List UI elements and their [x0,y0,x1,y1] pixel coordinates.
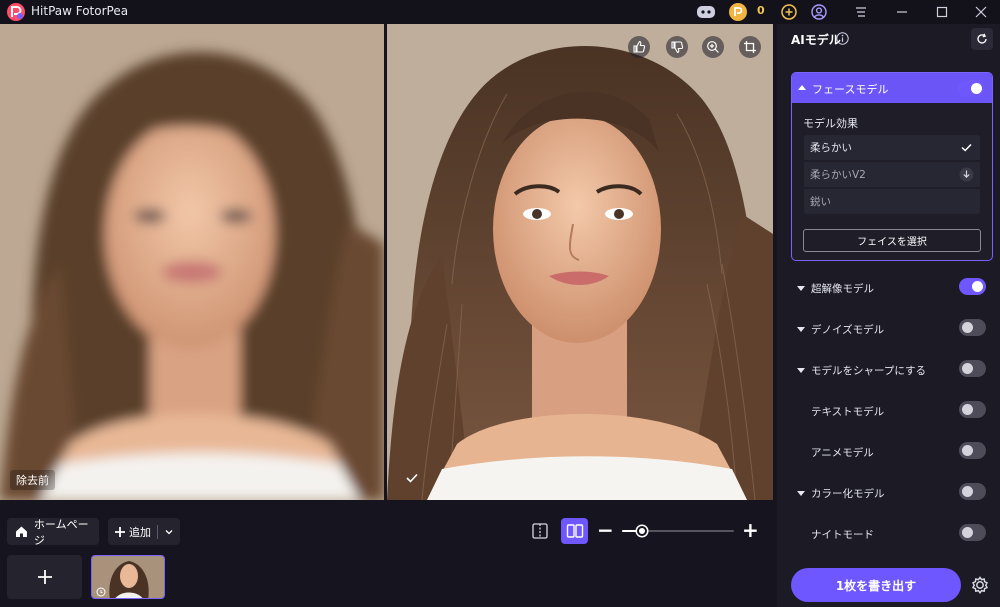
split-view-icon [566,524,583,538]
effect-option-soft-v2[interactable]: 柔らかいV2 [804,162,980,187]
model-row[interactable]: アニメモデル [791,440,993,464]
model-row[interactable]: テキストモデル [791,399,993,423]
title-bar: HitPaw FotorPea 0 [0,0,1000,24]
model-toggle[interactable] [959,319,986,336]
menu-icon[interactable] [850,0,872,24]
model-toggle[interactable] [959,442,986,459]
processed-check-icon [406,473,418,483]
home-label: ホームページ [33,517,89,547]
model-row-label: テキストモデル [811,406,885,418]
expand-caret-icon[interactable] [797,286,805,291]
refresh-icon [977,33,987,44]
image-thumbnail[interactable] [91,555,165,599]
model-effect-label: モデル効果 [803,117,858,130]
effect-option-label: 鋭い [810,196,831,208]
model-row-label: ナイトモード [811,529,874,541]
effect-option-soft[interactable]: 柔らかい [804,135,980,160]
effect-option-sharp[interactable]: 鋭い [804,189,980,214]
minimize-icon[interactable] [891,0,913,24]
app-title: HitPaw FotorPea [31,4,129,18]
model-toggle[interactable] [959,483,986,500]
zoom-in-button[interactable] [702,36,724,58]
model-row-label: 超解像モデル [811,283,874,295]
thumbnail-photo [92,556,164,598]
expand-caret-icon[interactable] [797,327,805,332]
model-row-label: デノイズモデル [811,324,885,336]
crop-icon [744,41,756,53]
model-toggle[interactable] [959,360,986,377]
download-icon[interactable] [959,167,974,182]
export-button[interactable]: 1枚を書き出す [791,568,961,602]
info-icon[interactable] [836,32,849,45]
coin-icon[interactable] [726,0,750,24]
thumbs-down-button[interactable] [666,36,688,58]
close-icon[interactable] [970,0,992,24]
add-button[interactable]: 追加 [108,518,180,545]
model-toggle[interactable] [959,278,986,295]
plus-icon [37,570,52,584]
maximize-icon[interactable] [931,0,953,24]
expand-caret-icon[interactable] [797,491,805,496]
home-icon [15,526,27,537]
effect-option-label: 柔らかいV2 [810,169,866,181]
thumbs-up-button[interactable] [628,36,650,58]
before-photo [0,24,384,500]
face-model-label: フェースモデル [812,83,889,96]
home-button[interactable]: ホームページ [7,517,99,547]
add-coin-icon[interactable] [778,0,800,24]
account-icon[interactable] [808,0,830,24]
model-row[interactable]: カラー化モデル [791,481,993,505]
chevron-down-icon[interactable] [164,527,174,537]
zoom-slider[interactable] [622,526,734,536]
plus-icon [115,526,125,537]
face-model-header[interactable]: フェースモデル [792,73,992,103]
effect-option-label: 柔らかい [810,142,852,154]
select-face-button[interactable]: フェイスを選択 [803,229,981,252]
split-view-button[interactable] [561,518,588,544]
single-view-icon[interactable] [531,522,549,540]
app-logo-icon [7,3,25,21]
expand-caret-icon[interactable] [797,368,805,373]
collapse-caret-icon [798,85,806,90]
thumbs-up-icon [633,40,646,53]
discord-icon[interactable] [694,0,718,24]
model-row[interactable]: デノイズモデル [791,317,993,341]
add-separator [157,524,158,539]
check-icon [961,143,972,152]
settings-gear-icon[interactable] [969,574,991,596]
panel-title: AIモデル [791,33,841,47]
model-toggle[interactable] [959,401,986,418]
add-image-tile[interactable] [7,555,82,599]
model-row-label: カラー化モデル [811,488,885,500]
model-toggle[interactable] [959,524,986,541]
model-row-label: アニメモデル [811,447,874,459]
face-model-section: フェースモデル モデル効果 柔らかい 柔らかいV2 鋭い フェイスを選択 [791,72,993,261]
model-row[interactable]: モデルをシャープにする [791,358,993,382]
before-image-panel[interactable]: 除去前 [0,24,384,500]
after-photo [387,24,773,500]
model-row-label: モデルをシャープにする [811,365,926,377]
face-model-toggle[interactable] [958,80,985,97]
add-label: 追加 [129,525,151,539]
model-row[interactable]: ナイトモード [791,522,993,546]
coin-count: 0 [757,4,765,17]
zoom-in-icon [707,41,719,53]
zoom-in-plus-button[interactable]: + [742,520,759,541]
thumbs-down-icon [671,41,684,54]
after-image-panel[interactable] [387,24,773,500]
zoom-out-button[interactable]: − [597,520,614,541]
model-row[interactable]: 超解像モデル [791,276,993,300]
reset-button[interactable] [971,28,993,50]
crop-button[interactable] [739,36,761,58]
before-label: 除去前 [10,470,55,490]
